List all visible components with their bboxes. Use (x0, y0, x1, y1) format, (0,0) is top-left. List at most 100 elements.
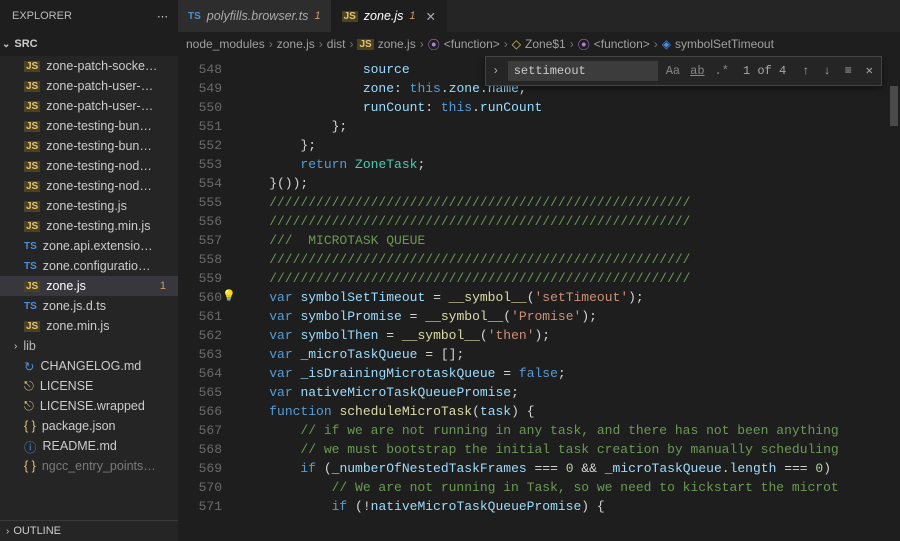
file-item[interactable]: ⓘ README.md (0, 436, 178, 456)
file-name: zone-testing.min.js (46, 219, 150, 233)
file-item[interactable]: JSzone.min.js (0, 316, 178, 336)
ts-file-icon: TS (24, 301, 37, 312)
code-line[interactable]: function scheduleMicroTask(task) { (238, 402, 900, 421)
code-line[interactable]: var symbolSetTimeout = __symbol__('setTi… (238, 288, 900, 307)
find-selection-icon[interactable]: ≡ (841, 62, 856, 81)
line-number: 564 (178, 364, 222, 383)
file-list: JSzone-patch-socke…JSzone-patch-user-…JS… (0, 56, 178, 520)
whole-word-toggle[interactable]: ab (688, 62, 706, 81)
code-line[interactable]: /// MICROTASK QUEUE (238, 231, 900, 250)
code-line[interactable]: ////////////////////////////////////////… (238, 269, 900, 288)
file-item[interactable]: JSzone-testing.min.js (0, 216, 178, 236)
breadcrumb-folder[interactable]: dist (327, 37, 346, 51)
editor-tabs: TSpolyfills.browser.ts1JSzone.js1✕ (178, 0, 900, 32)
chevron-right-icon: › (269, 37, 273, 51)
tab-modified-badge: 1 (409, 10, 415, 22)
tab-label: polyfills.browser.ts (207, 9, 309, 23)
file-item[interactable]: ↻CHANGELOG.md (0, 356, 178, 376)
code-line[interactable]: runCount: this.runCount (238, 98, 900, 117)
code-line[interactable]: var symbolPromise = __symbol__('Promise'… (238, 307, 900, 326)
file-name: lib (23, 339, 36, 353)
chevron-right-icon: › (504, 37, 508, 51)
code-line[interactable]: if (!nativeMicroTaskQueuePromise) { (238, 497, 900, 516)
breadcrumb-var[interactable]: ◈symbolSetTimeout (662, 37, 774, 51)
breadcrumb-func[interactable]: ⦿<function> (578, 36, 650, 53)
code-area[interactable]: source zone: this.zone.name, runCount: t… (238, 56, 900, 541)
find-expand-icon[interactable]: › (490, 62, 502, 81)
find-close-icon[interactable]: ✕ (862, 62, 877, 81)
close-icon[interactable]: ✕ (422, 9, 436, 24)
breadcrumb-class[interactable]: ◇Zone$1 (512, 37, 566, 51)
code-line[interactable]: // if we are not running in any task, an… (238, 421, 900, 440)
file-item[interactable]: { }package.json (0, 416, 178, 436)
line-number: 568 (178, 440, 222, 459)
chevron-right-icon: › (654, 37, 658, 51)
file-item[interactable]: JSzone-testing.js (0, 196, 178, 216)
file-item[interactable]: JSzone-patch-user-… (0, 76, 178, 96)
breadcrumb-label: <function> (444, 37, 500, 51)
tab-zone-js[interactable]: JSzone.js1✕ (332, 0, 447, 32)
outline-section[interactable]: › OUTLINE (0, 520, 178, 541)
code-line[interactable]: }()); (238, 174, 900, 193)
file-item[interactable]: ⎋LICENSE (0, 376, 178, 396)
regex-toggle[interactable]: .* (713, 62, 731, 81)
line-number: 560 (178, 288, 222, 307)
code-line[interactable]: ////////////////////////////////////////… (238, 250, 900, 269)
find-prev-icon[interactable]: ↑ (798, 62, 813, 81)
code-line[interactable]: var nativeMicroTaskQueuePromise; (238, 383, 900, 402)
folder-item[interactable]: ›lib (0, 336, 178, 356)
scrollbar-thumb[interactable] (890, 86, 898, 126)
find-input[interactable] (508, 61, 658, 81)
explorer-header: EXPLORER ⋯ (0, 0, 178, 32)
breadcrumb-folder[interactable]: node_modules (186, 37, 265, 51)
code-line[interactable]: // We are not running in Task, so we nee… (238, 478, 900, 497)
match-case-toggle[interactable]: Aa (664, 62, 682, 81)
find-widget: › Aa ab .* 1 of 4 ↑ ↓ ≡ ✕ (485, 56, 882, 86)
code-line[interactable]: var _microTaskQueue = []; (238, 345, 900, 364)
file-item[interactable]: JSzone.js1 (0, 276, 178, 296)
code-line[interactable]: // we must bootstrap the initial task cr… (238, 440, 900, 459)
line-number: 556 (178, 212, 222, 231)
breadcrumb-js[interactable]: JSzone.js (357, 37, 415, 51)
tab-polyfills-browser-ts[interactable]: TSpolyfills.browser.ts1 (178, 0, 332, 32)
file-item[interactable]: JSzone-testing-bun… (0, 136, 178, 156)
file-item[interactable]: JSzone-testing-nod… (0, 156, 178, 176)
code-line[interactable]: var symbolThen = __symbol__('then'); (238, 326, 900, 345)
code-line[interactable]: ////////////////////////////////////////… (238, 212, 900, 231)
code-line[interactable]: ////////////////////////////////////////… (238, 193, 900, 212)
line-number: 553 (178, 155, 222, 174)
breadcrumb-folder[interactable]: zone.js (277, 37, 315, 51)
file-item[interactable]: JSzone-testing-bun… (0, 116, 178, 136)
breadcrumb-label: dist (327, 37, 346, 51)
file-item[interactable]: TSzone.js.d.ts (0, 296, 178, 316)
file-item[interactable]: JSzone-testing-nod… (0, 176, 178, 196)
chevron-down-icon: ⌄ (2, 39, 10, 50)
vertical-scrollbar[interactable] (888, 56, 900, 541)
file-item[interactable]: ⎋LICENSE.wrapped (0, 396, 178, 416)
line-number: 567 (178, 421, 222, 440)
find-next-icon[interactable]: ↓ (819, 62, 834, 81)
file-item[interactable]: TSzone.configuratio… (0, 256, 178, 276)
file-item[interactable]: JSzone-patch-socke… (0, 56, 178, 76)
file-item[interactable]: JSzone-patch-user-… (0, 96, 178, 116)
file-item[interactable]: { }ngcc_entry_points… (0, 456, 178, 476)
file-name: zone-testing-bun… (46, 119, 152, 133)
explorer-more-icon[interactable]: ⋯ (157, 10, 168, 23)
info-icon: ⓘ (24, 437, 37, 456)
sidebar-section-header[interactable]: ⌄ SRC (0, 38, 178, 50)
code-line[interactable]: var _isDrainingMicrotaskQueue = false; (238, 364, 900, 383)
breadcrumb-func[interactable]: ⦿<function> (428, 36, 500, 53)
file-item[interactable]: TSzone.api.extensio… (0, 236, 178, 256)
line-number: 551 (178, 117, 222, 136)
code-line[interactable]: }; (238, 117, 900, 136)
code-editor[interactable]: 5485495505515525535545555565575585595605… (178, 56, 900, 541)
line-number: 563 (178, 345, 222, 364)
code-line[interactable]: if (_numberOfNestedTaskFrames === 0 && _… (238, 459, 900, 478)
variable-icon: ◈ (662, 37, 671, 51)
ts-file-icon: TS (24, 241, 37, 252)
explorer-title: EXPLORER (12, 10, 72, 22)
file-name: README.md (43, 439, 117, 453)
file-name: zone-testing.js (46, 199, 127, 213)
code-line[interactable]: }; (238, 136, 900, 155)
code-line[interactable]: return ZoneTask; (238, 155, 900, 174)
